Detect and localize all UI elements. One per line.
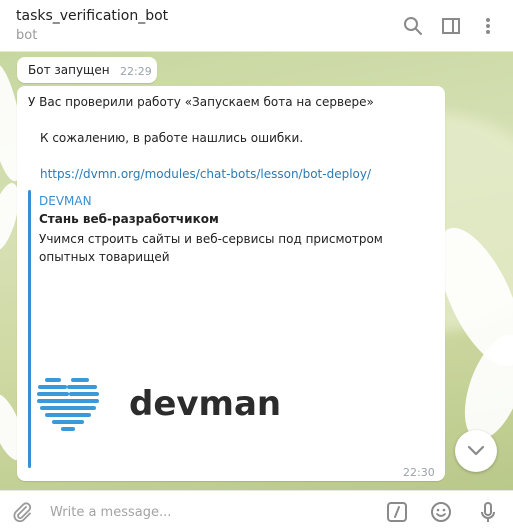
message-text: У Вас проверили работу «Запускаем бота н… (28, 95, 374, 109)
link-preview-title: Стань веб-разработчиком (39, 212, 219, 226)
chat-title[interactable]: tasks_verification_bot (16, 8, 168, 24)
link-preview-site[interactable]: DEVMAN (39, 194, 92, 208)
chevron-down-icon (467, 445, 485, 456)
search-icon[interactable] (401, 14, 425, 38)
message-composer (0, 490, 513, 532)
chat-header: tasks_verification_bot bot (0, 0, 513, 52)
chat-subtitle: bot (16, 28, 38, 43)
message-time: 22:29 (120, 65, 152, 78)
message-link[interactable]: https://dvmn.org/modules/chat-bots/lesso… (40, 167, 371, 181)
link-preview-description: Учимся строить сайты и веб-сервисы под п… (39, 232, 383, 264)
sidebar-toggle-icon[interactable] (439, 14, 463, 38)
scroll-down-button[interactable] (455, 430, 497, 472)
message-bubble[interactable]: У Вас проверили работу «Запускаем бота н… (17, 86, 445, 481)
message-time: 22:30 (403, 466, 435, 479)
chat-area[interactable]: Бот запущен 22:29 У Вас проверили работу… (0, 52, 513, 490)
commands-icon[interactable] (385, 500, 409, 524)
message-text: К сожалению, в работе нашлись ошибки. (40, 131, 304, 145)
microphone-icon[interactable] (476, 500, 500, 524)
emoji-icon[interactable] (429, 500, 453, 524)
message-text: Бот запущен (28, 63, 110, 77)
link-preview-image[interactable]: devman (37, 376, 281, 434)
message-bubble[interactable]: Бот запущен 22:29 (17, 57, 157, 83)
message-input[interactable] (50, 501, 370, 523)
more-vert-icon[interactable] (476, 14, 500, 38)
devman-logo-text: devman (129, 384, 282, 424)
devman-heart-logo-icon (37, 378, 99, 431)
link-preview-bar (28, 190, 31, 468)
attach-icon[interactable] (10, 500, 34, 524)
